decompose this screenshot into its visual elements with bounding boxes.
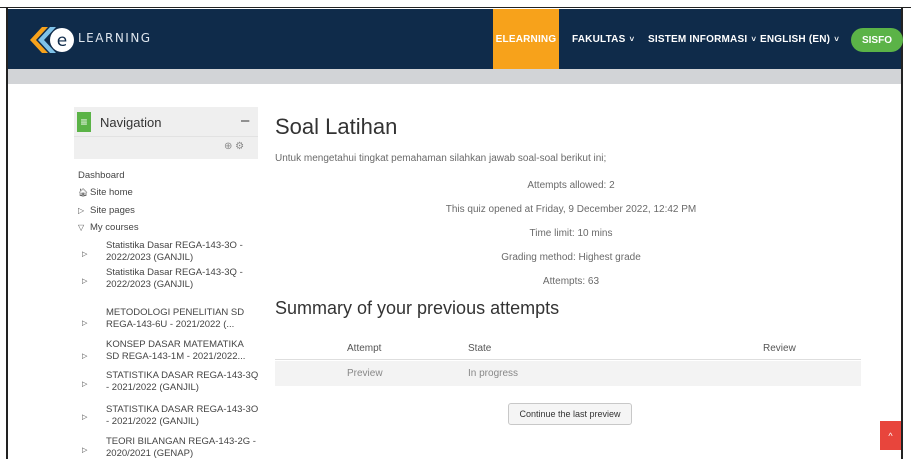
expand-arrow-icon: ▷ [82, 414, 88, 421]
expand-arrow-icon: ▷ [82, 278, 88, 285]
tree-item-site-pages[interactable]: ▷ Site pages [78, 205, 135, 216]
course-line-1: METODOLOGI PENELITIAN SD [106, 307, 245, 318]
nav-sistem-informasi[interactable]: SISTEM INFORMASI ˅ [648, 9, 756, 69]
grading-method: Grading method: Highest grade [501, 252, 641, 263]
elearning-logo-icon[interactable]: e [22, 24, 82, 56]
collapse-arrow-icon: ▽ [78, 223, 85, 232]
navigation-block-title: Navigation [100, 115, 162, 130]
course-line-1: STATISTIKA DASAR REGA-143-3Q [106, 370, 259, 381]
expand-arrow-icon: ▷ [82, 251, 88, 258]
collapse-block-button[interactable]: – [241, 112, 249, 129]
summary-title: Summary of your previous attempts [275, 298, 560, 318]
course-line-1: Statistika Dasar REGA-143-3Q - [106, 267, 243, 278]
nav-fakultas[interactable]: FAKULTAS ˅ [572, 9, 634, 69]
expand-arrow-icon: ▷ [82, 381, 88, 388]
nav-elearning[interactable]: ELEARNING [493, 9, 559, 69]
window-right-border [901, 8, 903, 459]
block-actions-icon[interactable]: ⊕ ⚙ [224, 141, 244, 152]
course-line-2: 2020/2021 (GENAP) [106, 447, 194, 459]
expand-arrow-icon: ▷ [82, 447, 88, 454]
window-top-border [0, 0, 911, 8]
attempts-table-header: Attempt State Review [275, 336, 861, 360]
course-line-2: - 2021/2022 (GANJIL) [106, 415, 199, 427]
nav-fakultas-label: FAKULTAS [572, 33, 626, 45]
tree-item-site-pages-label: Site pages [90, 205, 135, 216]
chevron-down-icon: ˅ [834, 34, 840, 44]
course-line-1: STATISTIKA DASAR REGA-143-3O [106, 404, 259, 415]
cell-attempt: Preview [347, 368, 383, 379]
expand-arrow-icon: ▷ [78, 206, 85, 215]
course-line-2: REGA-143-6U - 2021/2022 (... [106, 318, 235, 330]
menu-icon: ≡ [77, 112, 91, 132]
sub-header-bar [8, 69, 901, 84]
chevron-down-icon: ˅ [629, 34, 635, 44]
nav-language[interactable]: ENGLISH (EN) ˅ [760, 9, 839, 69]
nav-elearning-label: ELEARNING [495, 33, 557, 45]
tree-item-dashboard-label: Dashboard [78, 170, 125, 181]
logo-text: LEARNING [78, 31, 152, 45]
quiz-opened-date: This quiz opened at Friday, 9 December 2… [445, 204, 697, 215]
tree-item-my-courses-label: My courses [90, 222, 139, 233]
cell-state: In progress [468, 368, 519, 379]
chevron-down-icon: ˅ [751, 34, 757, 44]
tree-item-site-home-label: Site home [90, 187, 133, 198]
column-header-review: Review [763, 343, 796, 354]
course-line-1: Statistika Dasar REGA-143-3O - [106, 240, 243, 251]
tree-item-my-courses[interactable]: ▽ My courses [78, 222, 139, 233]
time-limit: Time limit: 10 mins [529, 228, 613, 239]
navigation-block-header: ≡ Navigation – [74, 107, 258, 137]
tree-item-dashboard[interactable]: Dashboard [78, 170, 124, 181]
scroll-to-top-button[interactable]: ^ [880, 421, 901, 450]
attempts-allowed: Attempts allowed: 2 [527, 180, 615, 191]
top-navbar: e LEARNING ELEARNING FAKULTAS ˅ SISTEM I… [8, 9, 903, 69]
nav-language-label: ENGLISH (EN) [760, 33, 831, 45]
nav-sistem-informasi-label: SISTEM INFORMASI [648, 33, 748, 45]
continue-last-preview-button[interactable]: Continue the last preview [508, 403, 632, 425]
attempts-count: Attempts: 63 [542, 276, 600, 287]
course-line-2: SD REGA-143-1M - 2021/2022... [106, 350, 246, 362]
expand-arrow-icon: ▷ [82, 353, 88, 360]
course-line-2: 2022/2023 (GANJIL) [106, 251, 194, 263]
course-line-1: KONSEP DASAR MATEMATIKA [106, 339, 244, 350]
expand-arrow-icon: ▷ [82, 320, 88, 327]
course-line-1: TEORI BILANGAN REGA-143-2G - [106, 436, 256, 447]
home-icon: 🏠︎ [78, 188, 89, 197]
column-header-attempt: Attempt [347, 343, 382, 354]
table-row: Preview In progress [275, 361, 861, 386]
course-line-2: - 2021/2022 (GANJIL) [106, 381, 199, 393]
tree-item-site-home[interactable]: 🏠︎ Site home [78, 187, 133, 198]
course-line-2: 2022/2023 (GANJIL) [106, 278, 194, 290]
sisfo-button[interactable]: SISFO [851, 28, 903, 52]
svg-text:e: e [57, 31, 67, 51]
page-title: Soal Latihan [275, 114, 398, 139]
quiz-intro: Untuk mengetahui tingkat pemahaman silah… [275, 153, 607, 164]
column-header-state: State [468, 343, 492, 354]
navigation-block-tools: ⊕ ⚙ [74, 137, 258, 159]
